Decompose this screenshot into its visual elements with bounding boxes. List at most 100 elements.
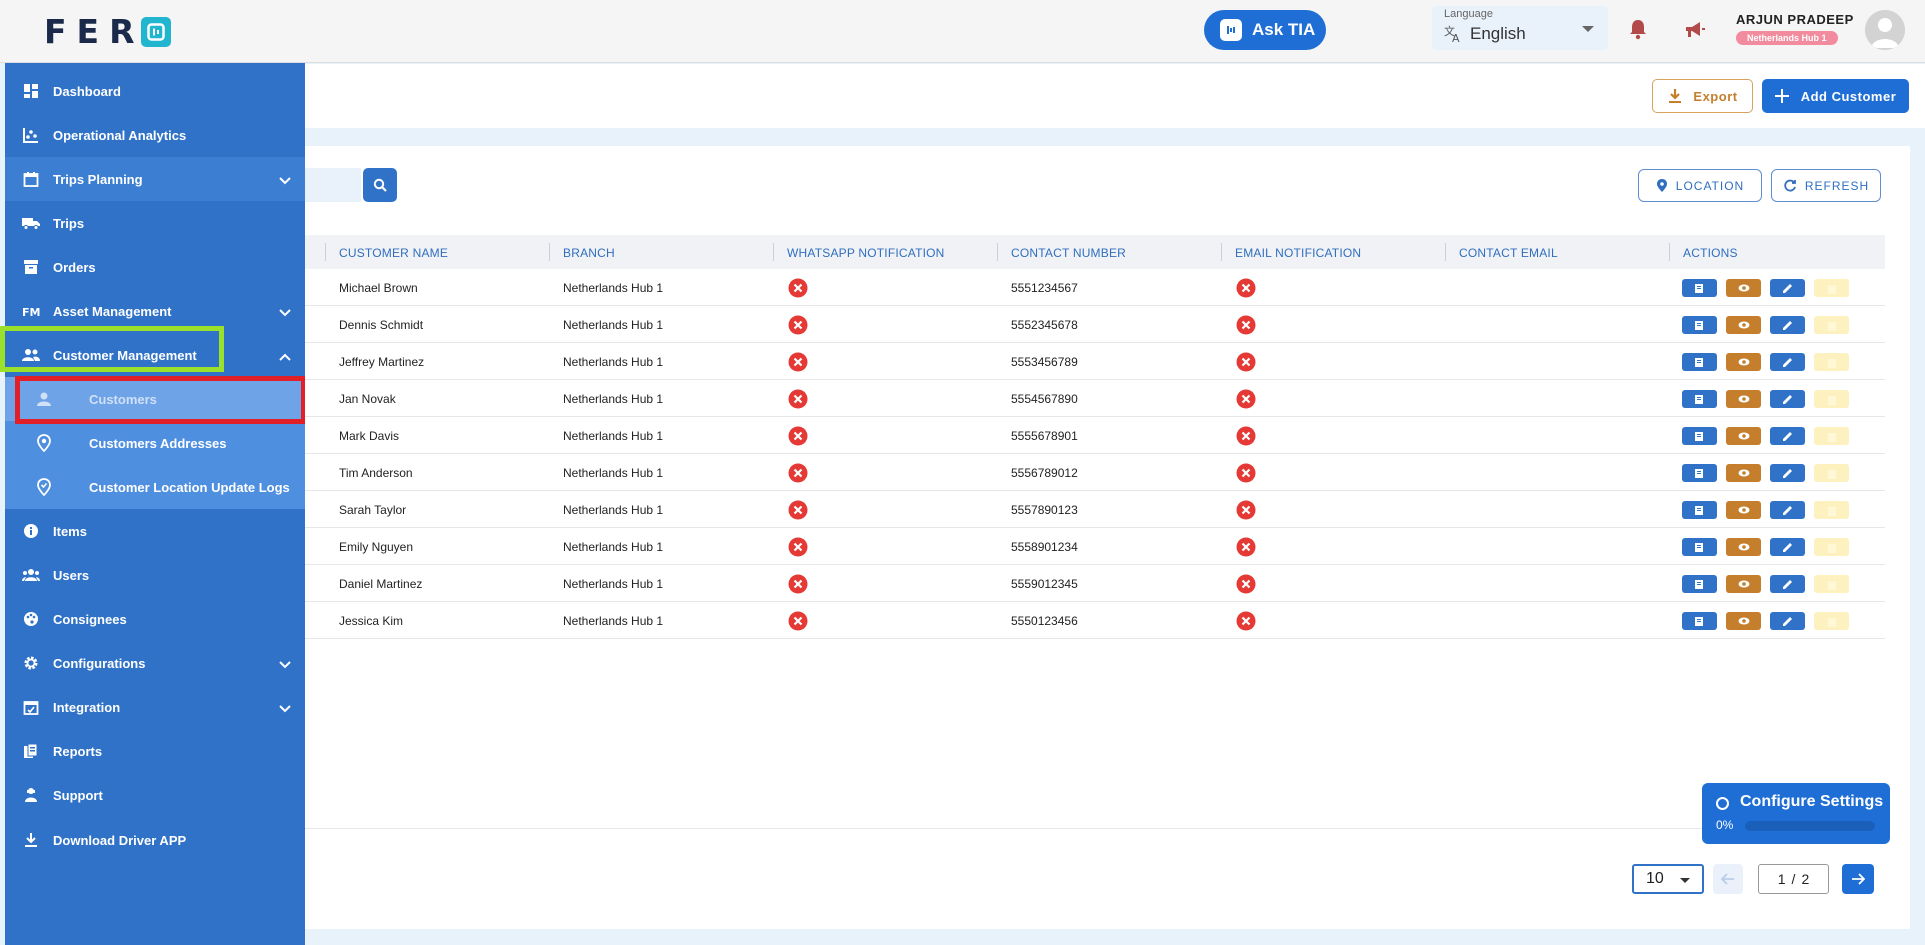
sidebar-item-customer-location-update-logs[interactable]: Customer Location Update Logs bbox=[5, 465, 305, 509]
language-select[interactable]: Language 文A English bbox=[1432, 6, 1608, 50]
rows-per-page-select[interactable]: 10 bbox=[1632, 864, 1704, 894]
sidebar-item-orders[interactable]: Orders bbox=[5, 245, 305, 289]
user-info[interactable]: ARJUN PRADEEP Netherlands Hub 1 bbox=[1736, 12, 1854, 46]
column-header[interactable]: CUSTOMER NAME bbox=[339, 246, 448, 260]
view-button[interactable] bbox=[1726, 316, 1761, 334]
sidebar-item-trips[interactable]: Trips bbox=[5, 201, 305, 245]
sidebar-item-users[interactable]: Users bbox=[5, 553, 305, 597]
assign-button[interactable] bbox=[1682, 353, 1717, 371]
assign-button[interactable] bbox=[1682, 575, 1717, 593]
delete-button[interactable] bbox=[1814, 316, 1849, 334]
table-row[interactable] bbox=[305, 380, 1885, 417]
refresh-label: REFRESH bbox=[1804, 178, 1870, 193]
fero-logo[interactable]: FER bbox=[44, 12, 171, 51]
delete-button[interactable] bbox=[1814, 279, 1849, 297]
export-button[interactable]: Export bbox=[1652, 79, 1753, 113]
sidebar-item-items[interactable]: Items bbox=[5, 509, 305, 553]
refresh-button[interactable]: REFRESH bbox=[1771, 169, 1881, 202]
delete-button[interactable] bbox=[1814, 353, 1849, 371]
location-button[interactable]: LOCATION bbox=[1638, 169, 1762, 202]
assign-button[interactable] bbox=[1682, 316, 1717, 334]
view-button[interactable] bbox=[1726, 427, 1761, 445]
edit-button[interactable] bbox=[1770, 538, 1805, 556]
edit-button[interactable] bbox=[1770, 612, 1805, 630]
page-separator: / bbox=[1791, 871, 1796, 887]
column-header[interactable]: CONTACT NUMBER bbox=[1011, 246, 1126, 260]
edit-button[interactable] bbox=[1770, 316, 1805, 334]
view-button[interactable] bbox=[1726, 612, 1761, 630]
search-button[interactable] bbox=[363, 168, 397, 202]
delete-button[interactable] bbox=[1814, 501, 1849, 519]
delete-button[interactable] bbox=[1814, 575, 1849, 593]
view-button[interactable] bbox=[1726, 353, 1761, 371]
delete-button[interactable] bbox=[1814, 538, 1849, 556]
sidebar-item-customer-management[interactable]: Customer Management bbox=[5, 333, 305, 377]
avatar[interactable] bbox=[1865, 10, 1905, 50]
edit-button[interactable] bbox=[1770, 353, 1805, 371]
edit-button[interactable] bbox=[1770, 464, 1805, 482]
sidebar-item-consignees[interactable]: Consignees bbox=[5, 597, 305, 641]
column-header[interactable]: EMAIL NOTIFICATION bbox=[1235, 246, 1361, 260]
chevron-down-icon bbox=[1582, 26, 1594, 32]
sidebar-item-operational-analytics[interactable]: Operational Analytics bbox=[5, 113, 305, 157]
megaphone-icon[interactable] bbox=[1684, 20, 1706, 45]
column-header[interactable]: WHATSAPP NOTIFICATION bbox=[787, 246, 945, 260]
delete-button[interactable] bbox=[1814, 390, 1849, 408]
table-row[interactable] bbox=[305, 417, 1885, 454]
search-input[interactable] bbox=[305, 168, 361, 202]
add-customer-button[interactable]: Add Customer bbox=[1762, 79, 1909, 113]
edit-button[interactable] bbox=[1770, 501, 1805, 519]
assign-button[interactable] bbox=[1682, 501, 1717, 519]
sidebar-item-integration[interactable]: Integration bbox=[5, 685, 305, 729]
sidebar-item-customers-addresses[interactable]: Customers Addresses bbox=[5, 421, 305, 465]
view-button[interactable] bbox=[1726, 390, 1761, 408]
edit-button[interactable] bbox=[1770, 427, 1805, 445]
ask-tia-button[interactable]: Ask TIA bbox=[1204, 10, 1326, 50]
edit-button[interactable] bbox=[1770, 575, 1805, 593]
view-button[interactable] bbox=[1726, 575, 1761, 593]
sidebar-item-trips-planning[interactable]: Trips Planning bbox=[5, 157, 305, 201]
table-row[interactable] bbox=[305, 565, 1885, 602]
edit-button[interactable] bbox=[1770, 279, 1805, 297]
assign-button[interactable] bbox=[1682, 464, 1717, 482]
table-row[interactable] bbox=[305, 306, 1885, 343]
branch-cell: Netherlands Hub 1 bbox=[563, 281, 664, 295]
sidebar-item-dashboard[interactable]: Dashboard bbox=[5, 69, 305, 113]
table-row[interactable] bbox=[305, 528, 1885, 565]
column-header[interactable]: BRANCH bbox=[563, 246, 615, 260]
delete-button[interactable] bbox=[1814, 464, 1849, 482]
sidebar-item-reports[interactable]: Reports bbox=[5, 729, 305, 773]
column-header[interactable]: CONTACT EMAIL bbox=[1459, 246, 1558, 260]
table-row[interactable] bbox=[305, 454, 1885, 491]
table-row[interactable] bbox=[305, 491, 1885, 528]
table-row[interactable] bbox=[305, 343, 1885, 380]
sidebar-item-asset-management[interactable]: FM Asset Management bbox=[5, 289, 305, 333]
assign-button[interactable] bbox=[1682, 427, 1717, 445]
sidebar-item-support[interactable]: Support bbox=[5, 773, 305, 817]
next-page-button[interactable] bbox=[1842, 864, 1874, 894]
table-row[interactable] bbox=[305, 602, 1885, 639]
assign-button[interactable] bbox=[1682, 279, 1717, 297]
trash-icon bbox=[1827, 394, 1837, 405]
previous-page-button[interactable] bbox=[1713, 864, 1743, 894]
bell-icon[interactable] bbox=[1628, 18, 1648, 45]
delete-button[interactable] bbox=[1814, 427, 1849, 445]
sidebar-item-download-driver-app[interactable]: Download Driver APP bbox=[5, 818, 305, 862]
sidebar-item-configurations[interactable]: Configurations bbox=[5, 641, 305, 685]
view-button[interactable] bbox=[1726, 501, 1761, 519]
assign-button[interactable] bbox=[1682, 612, 1717, 630]
view-button[interactable] bbox=[1726, 538, 1761, 556]
edit-button[interactable] bbox=[1770, 390, 1805, 408]
delete-button[interactable] bbox=[1814, 612, 1849, 630]
configure-settings-widget[interactable]: Configure Settings 0% bbox=[1702, 783, 1890, 844]
view-button[interactable] bbox=[1726, 279, 1761, 297]
view-button[interactable] bbox=[1726, 464, 1761, 482]
assign-button[interactable] bbox=[1682, 538, 1717, 556]
eye-icon bbox=[1738, 321, 1750, 329]
calendar-icon bbox=[22, 170, 40, 188]
sidebar-item-customers[interactable]: Customers bbox=[5, 377, 305, 421]
sidebar-item-label: Customer Management bbox=[53, 347, 197, 363]
assign-button[interactable] bbox=[1682, 390, 1717, 408]
table-row[interactable] bbox=[305, 269, 1885, 306]
column-header[interactable]: ACTIONS bbox=[1683, 246, 1738, 260]
